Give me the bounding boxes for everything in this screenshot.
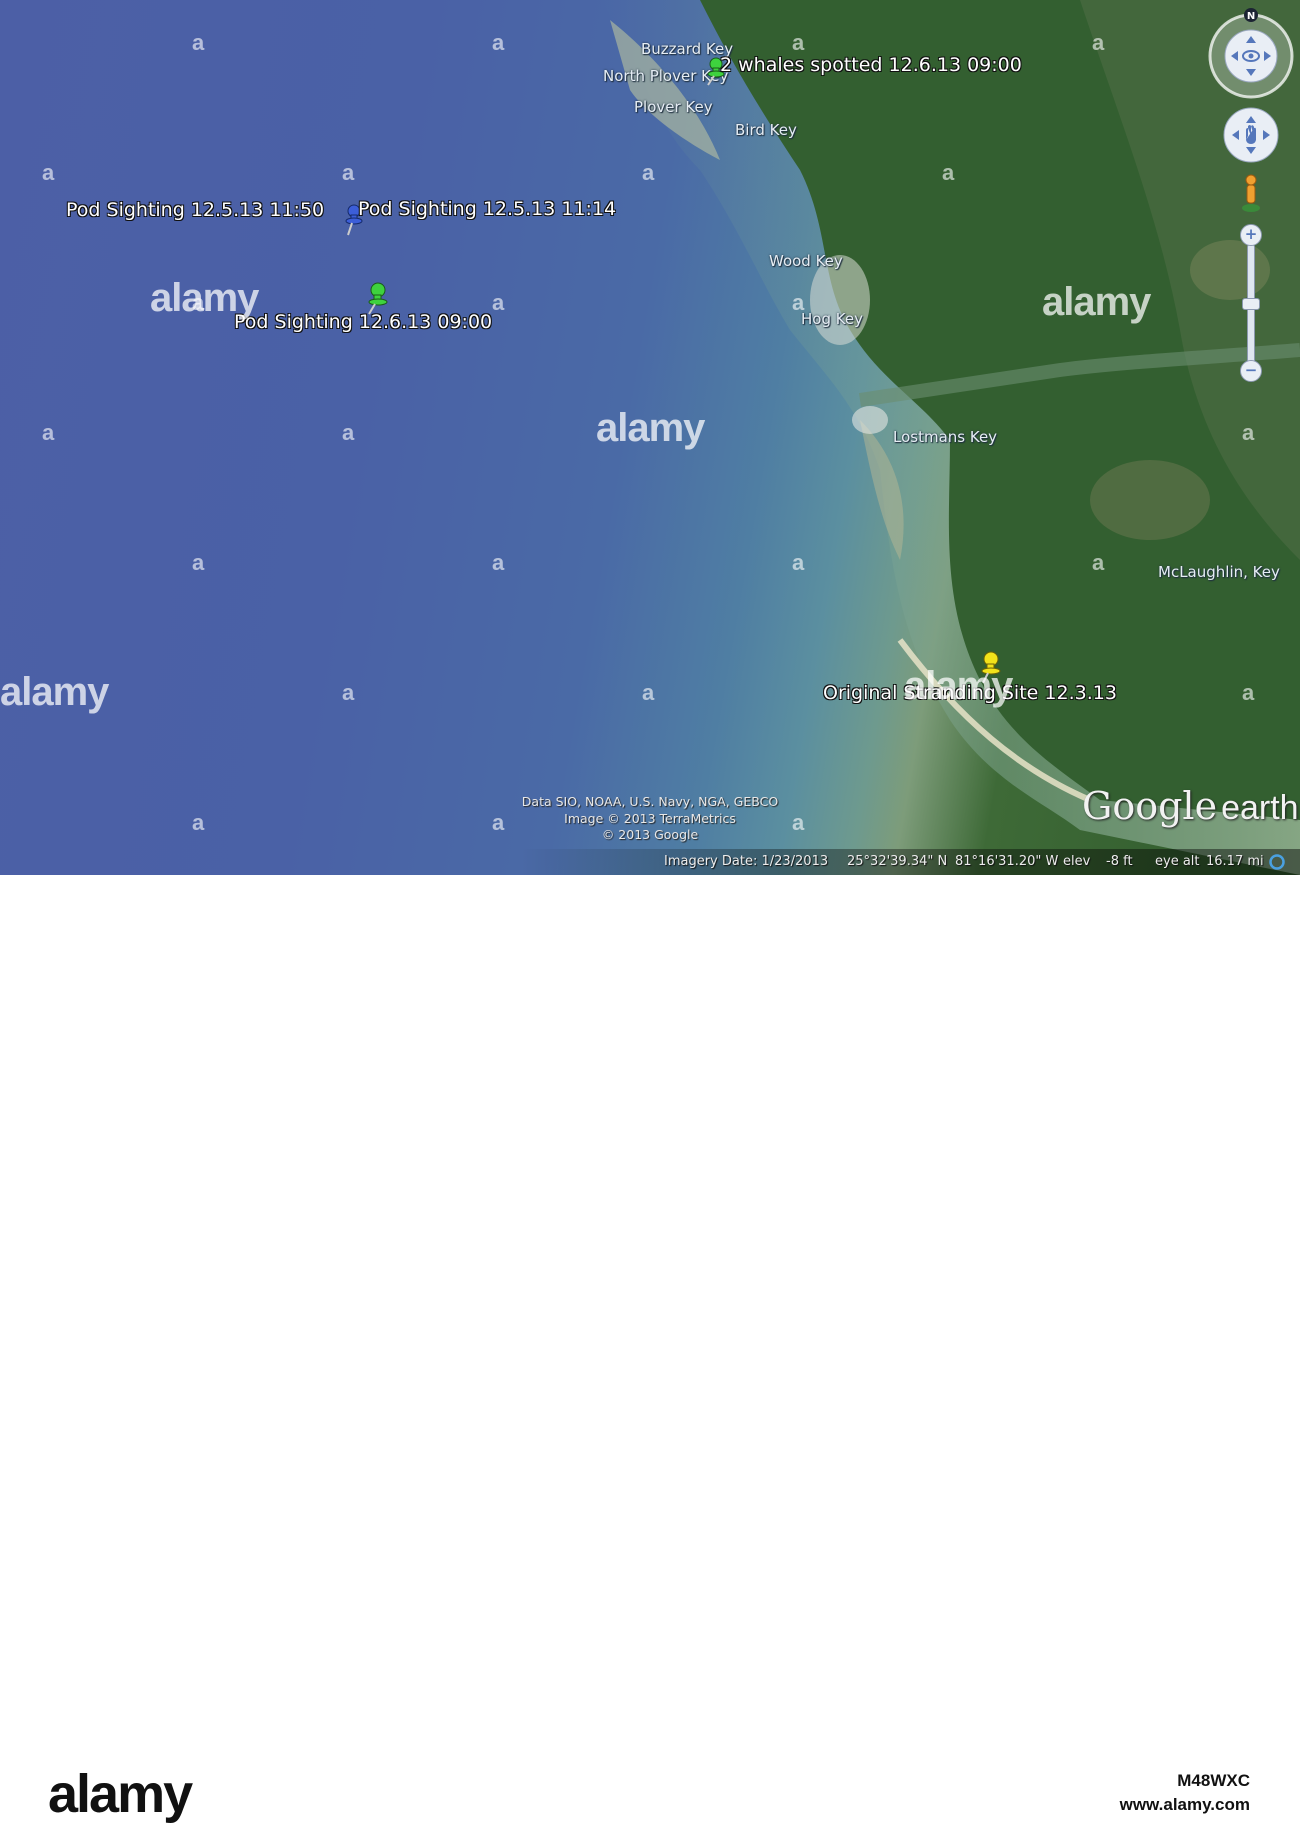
alamy-watermark-letter: a <box>642 680 655 705</box>
compass-north-label: N <box>1247 11 1255 22</box>
alamy-watermark-letter: a <box>642 160 655 185</box>
alamy-watermark-letter: a <box>342 680 355 705</box>
alamy-watermark-letter: a <box>492 810 505 835</box>
alamy-watermark-letter: a <box>492 30 505 55</box>
streaming-status-icon <box>1269 854 1285 870</box>
earth-wordmark: earth <box>1221 789 1299 827</box>
credit-line: © 2013 Google <box>601 827 699 842</box>
alamy-watermark-letter: a <box>1242 420 1255 445</box>
longitude-readout: 81°16'31.20" W <box>955 854 1059 869</box>
alamy-watermark-letter: a <box>792 30 805 55</box>
look-joystick[interactable]: N <box>1207 8 1295 100</box>
alamy-watermark: alamy <box>0 670 109 714</box>
credit-line: Image © 2013 TerraMetrics <box>564 810 736 826</box>
credit-line: Data SIO, NOAA, U.S. Navy, NGA, GEBCO <box>521 794 779 809</box>
alamy-watermark-letter: a <box>1092 550 1105 575</box>
alamy-watermark-letter: a <box>1242 680 1255 705</box>
alamy-watermark-letter: a <box>942 160 955 185</box>
satellite-map[interactable]: Buzzard Key North Plover Key Plover Key … <box>0 0 1300 875</box>
alamy-watermark-letter: a <box>792 810 805 835</box>
zoom-out-icon[interactable]: − <box>1240 360 1262 382</box>
placemark-label-pod-0900[interactable]: Pod Sighting 12.6.13 09:00 <box>234 311 492 333</box>
stock-footer: alamy M48WXC www.alamy.com <box>0 875 1300 1824</box>
place-label-wood-key[interactable]: Wood Key <box>769 252 843 270</box>
alamy-logo[interactable]: alamy <box>48 1763 193 1825</box>
status-bar <box>0 849 1300 875</box>
alamy-watermark-letter: a <box>792 290 805 315</box>
alamy-watermark: alamy <box>904 664 1013 708</box>
alamy-watermark-letter: a <box>42 160 55 185</box>
place-label-hog-key[interactable]: Hog Key <box>801 310 863 328</box>
google-wordmark: Google <box>1082 784 1218 828</box>
alamy-watermark-letter: a <box>192 290 205 315</box>
elevation-label: elev <box>1063 854 1091 869</box>
green-pushpin-icon[interactable] <box>362 281 390 315</box>
alamy-watermark-letter: a <box>42 420 55 445</box>
alamy-watermark-letter: a <box>492 290 505 315</box>
placemark-label-whales-spotted[interactable]: 2 whales spotted 12.6.13 09:00 <box>720 54 1022 76</box>
imagery-date: Imagery Date: 1/23/2013 <box>664 854 829 869</box>
alamy-watermark-letter: a <box>192 550 205 575</box>
place-label-mclaughlin-key[interactable]: McLaughlin, Key <box>1158 563 1280 581</box>
street-view-pegman-icon[interactable] <box>1240 174 1262 214</box>
alamy-watermark-letter: a <box>192 810 205 835</box>
placemark-label-pod-1150[interactable]: Pod Sighting 12.5.13 11:50 <box>66 199 324 221</box>
eye-alt-label: eye alt <box>1155 854 1200 869</box>
alamy-watermark-letter: a <box>342 420 355 445</box>
place-label-plover-key[interactable]: Plover Key <box>634 98 713 116</box>
alamy-watermark: alamy <box>596 406 705 450</box>
imagery-credits: Data SIO, NOAA, U.S. Navy, NGA, GEBCO Im… <box>510 794 790 844</box>
elevation-value: -8 ft <box>1106 854 1133 869</box>
placemark-label-pod-1114[interactable]: Pod Sighting 12.5.13 11:14 <box>358 198 616 220</box>
alamy-watermark-letter: a <box>342 160 355 185</box>
move-joystick[interactable] <box>1222 106 1280 164</box>
alamy-watermark: alamy <box>1042 280 1151 324</box>
zoom-thumb[interactable] <box>1242 298 1260 310</box>
alamy-watermark-letter: a <box>1092 30 1105 55</box>
latitude-readout: 25°32'39.34" N <box>847 854 948 869</box>
place-label-lostmans-key[interactable]: Lostmans Key <box>893 428 997 446</box>
place-label-bird-key[interactable]: Bird Key <box>735 121 797 139</box>
site-url[interactable]: www.alamy.com <box>1120 1795 1250 1815</box>
alamy-watermark-letter: a <box>792 550 805 575</box>
google-earth-logo: Google earth <box>1082 784 1299 828</box>
alamy-watermark-letter: a <box>192 30 205 55</box>
eye-alt-value: 16.17 mi <box>1206 854 1264 869</box>
zoom-in-icon[interactable]: + <box>1240 224 1262 246</box>
alamy-watermark-letter: a <box>492 550 505 575</box>
zoom-slider[interactable]: + − <box>1239 224 1263 386</box>
image-id: M48WXC <box>1177 1771 1250 1790</box>
